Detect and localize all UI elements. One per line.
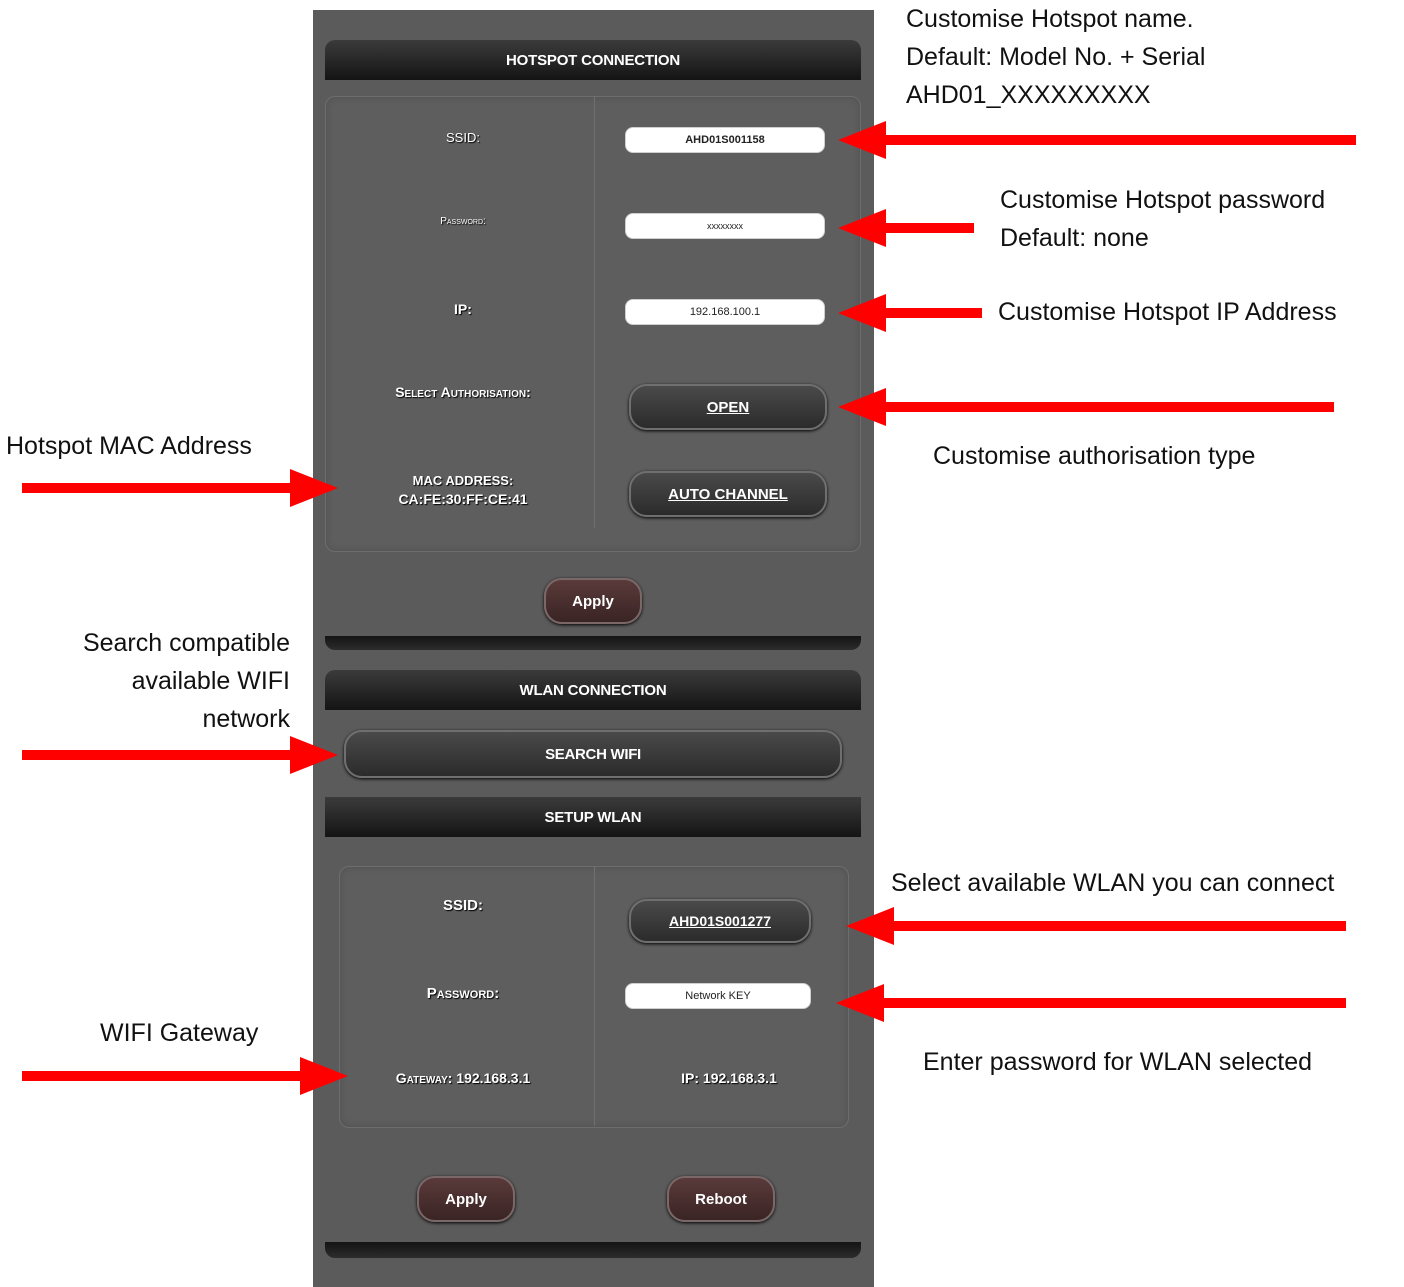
wlan-divider [594, 866, 595, 1126]
wlan-password-input[interactable] [625, 983, 811, 1009]
note-search-wifi-line3: network [202, 705, 290, 733]
arrow-left-icon [838, 294, 982, 332]
wlan-ssid-select-button[interactable]: AHD01S001277 [629, 899, 811, 943]
hotspot-ssid-label: SSID: [446, 130, 480, 145]
arrow-left-icon [838, 388, 1334, 426]
wlan-ip-label: IP: 192.168.3.1 [681, 1070, 777, 1086]
note-hotspot-name: Customise Hotspot name. Default: Model N… [906, 0, 1205, 114]
arrow-right-icon [22, 469, 338, 507]
note-hotspot-password-line1: Customise Hotspot password [1000, 186, 1326, 214]
note-hotspot-password-line2: Default: none [1000, 224, 1149, 252]
hotspot-apply-button[interactable]: Apply [544, 578, 642, 624]
note-mac-address: Hotspot MAC Address [6, 432, 252, 460]
note-hotspot-password: Customise Hotspot password Default: none [1000, 181, 1325, 257]
arrow-left-icon [836, 984, 1346, 1022]
arrow-right-icon [22, 736, 338, 774]
hotspot-password-label: Password: [440, 216, 486, 227]
note-hotspot-ip: Customise Hotspot IP Address [998, 298, 1337, 326]
arrow-left-icon [838, 121, 1356, 159]
mac-address-value: CA:FE:30:FF:CE:41 [398, 491, 528, 507]
note-select-wlan: Select available WLAN you can connect [891, 869, 1335, 897]
wlan-ssid-label: SSID: [442, 897, 483, 914]
wlan-gateway-label: Gateway: 192.168.3.1 [395, 1070, 531, 1086]
wlan-apply-button[interactable]: Apply [417, 1176, 515, 1222]
hotspot-ip-label: IP: [454, 301, 472, 317]
hotspot-connection-header: HOTSPOT CONNECTION [325, 40, 861, 80]
arrow-left-icon [838, 209, 974, 247]
note-search-wifi-line1: Search compatible [82, 629, 290, 657]
auth-label: Select Authorisation: [395, 384, 531, 400]
arrow-left-icon [846, 907, 1346, 945]
reboot-button[interactable]: Reboot [667, 1176, 775, 1222]
setup-wlan-header: SETUP WLAN [325, 797, 861, 837]
note-search-wifi: Search compatible available WIFI network [20, 624, 290, 738]
note-wifi-gateway: WIFI Gateway [100, 1019, 259, 1047]
hotspot-ssid-input[interactable] [625, 127, 825, 153]
mac-address-label: MAC ADDRESS: [412, 473, 514, 488]
auth-type-button[interactable]: OPEN [629, 384, 827, 430]
note-enter-password: Enter password for WLAN selected [923, 1048, 1313, 1076]
auto-channel-button[interactable]: AUTO CHANNEL [629, 471, 827, 517]
wlan-connection-header: WLAN CONNECTION [325, 670, 861, 710]
note-search-wifi-line2: available WIFI [131, 667, 290, 695]
hotspot-divider [594, 96, 595, 528]
note-hotspot-name-line1: Customise Hotspot name. [906, 5, 1194, 33]
hotspot-ip-input[interactable] [625, 299, 825, 325]
hotspot-password-input[interactable] [625, 213, 825, 239]
hotspot-footer-bar [325, 636, 861, 650]
note-hotspot-name-line2: Default: Model No. + Serial [906, 43, 1206, 71]
wlan-footer-bar [325, 1242, 861, 1258]
note-hotspot-name-line3: AHD01_XXXXXXXXX [906, 81, 1151, 109]
wlan-password-label: Password: [426, 985, 500, 1002]
arrow-right-icon [22, 1057, 348, 1095]
note-auth-type: Customise authorisation type [933, 442, 1256, 470]
search-wifi-button[interactable]: SEARCH WIFI [344, 730, 842, 778]
settings-panel: HOTSPOT CONNECTION SSID: Password: IP: S… [313, 10, 874, 1287]
